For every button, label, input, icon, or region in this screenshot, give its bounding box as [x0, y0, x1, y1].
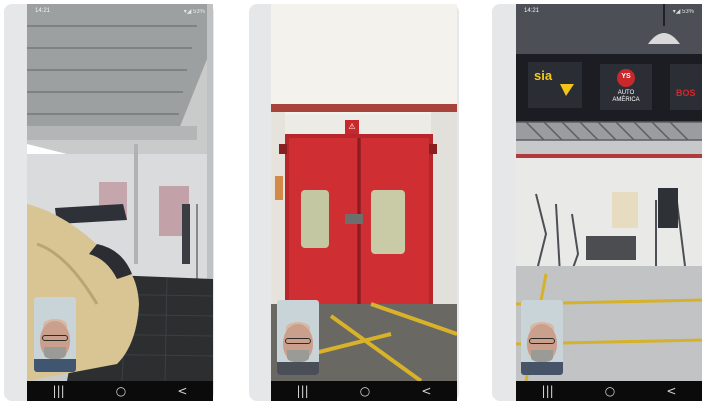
status-bar: 14:21 ▾◢ 53% [27, 4, 213, 18]
self-view-thumbnail[interactable] [34, 297, 76, 372]
back-button[interactable]: < [177, 384, 187, 398]
home-button[interactable]: ○ [360, 384, 370, 398]
back-button[interactable]: < [421, 384, 431, 398]
sponsor-banner-sia: sia [534, 68, 553, 83]
door-warning-sign: ⚠ [348, 122, 356, 131]
status-time: 14:21 [35, 8, 51, 14]
android-nav-bar: ||| ○ < [271, 381, 457, 401]
status-time: 14:21 [279, 8, 295, 14]
android-nav-bar: ||| ○ < [516, 381, 702, 401]
recent-apps-button[interactable]: ||| [53, 384, 65, 398]
status-icons: ▾◢ 80% [427, 8, 449, 15]
back-button[interactable]: < [666, 384, 676, 398]
status-icons: ▾◢ 53% [183, 8, 205, 15]
home-button[interactable]: ○ [116, 384, 126, 398]
status-icons: ▾◢ 53% [672, 8, 694, 15]
status-bar: 14:21 ▾◢ 80% [271, 4, 457, 18]
phone-screen-1: 14:21 ▾◢ 53% ||| ○ < [27, 4, 213, 401]
phone-screen-2: 14:21 ▾◢ 80% ⚠ ||| ○ < [271, 4, 457, 401]
self-view-thumbnail[interactable] [521, 300, 563, 375]
self-view-thumbnail[interactable] [277, 300, 319, 375]
status-time: 14:21 [524, 8, 540, 14]
sponsor-banner-auto-america: AUTO AMÉRICA [612, 90, 640, 103]
recent-apps-button[interactable]: ||| [542, 384, 554, 398]
status-bar: 14:21 ▾◢ 53% [516, 4, 702, 18]
phone-screen-3: 14:21 ▾◢ 53% sia YS AUTO AMÉRICA BOS |||… [516, 4, 702, 401]
sponsor-banner-ys-logo: YS [621, 73, 631, 80]
recent-apps-button[interactable]: ||| [297, 384, 309, 398]
sponsor-banner-bosch: BOS [676, 88, 696, 98]
android-nav-bar: ||| ○ < [27, 381, 213, 401]
home-button[interactable]: ○ [605, 384, 615, 398]
